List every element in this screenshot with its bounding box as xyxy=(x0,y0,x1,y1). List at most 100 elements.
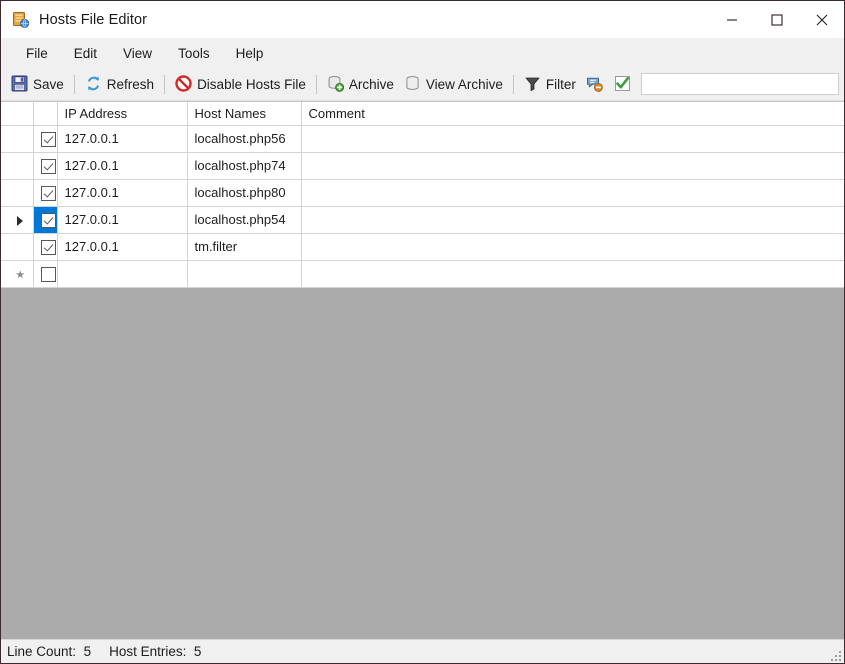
green-check-icon xyxy=(614,75,632,93)
archive-view-icon xyxy=(404,75,422,93)
menu-file[interactable]: File xyxy=(13,42,61,65)
cell-ip-address[interactable]: 127.0.0.1 xyxy=(57,125,188,153)
cell-ip-address[interactable] xyxy=(57,260,188,288)
cell-host-names[interactable]: localhost.php80 xyxy=(187,179,302,207)
enabled-checkbox[interactable] xyxy=(41,239,56,255)
row-enabled-cell-selected[interactable] xyxy=(33,206,58,234)
menu-bar: File Edit View Tools Help xyxy=(1,38,844,68)
menu-tools[interactable]: Tools xyxy=(165,42,223,65)
cell-comment[interactable] xyxy=(301,233,844,261)
table-row[interactable]: 127.0.0.1 localhost.php56 xyxy=(1,125,844,153)
line-count-status: Line Count: 5 xyxy=(7,644,91,659)
grid-select-all-corner[interactable] xyxy=(1,102,34,126)
toolbar-separator xyxy=(164,74,166,94)
title-bar: Hosts File Editor xyxy=(1,1,844,38)
filter-label: Filter xyxy=(545,76,576,92)
column-header-enabled[interactable] xyxy=(33,102,58,126)
archive-button[interactable]: Archive xyxy=(322,71,399,98)
cell-comment[interactable] xyxy=(301,179,844,207)
refresh-label: Refresh xyxy=(106,76,155,92)
window-controls xyxy=(709,1,844,38)
enabled-checkbox[interactable] xyxy=(41,131,56,147)
row-header[interactable] xyxy=(1,152,34,180)
menu-edit[interactable]: Edit xyxy=(61,42,110,65)
row-header-current[interactable] xyxy=(1,206,34,234)
row-header[interactable] xyxy=(1,233,34,261)
row-header[interactable] xyxy=(1,179,34,207)
current-row-pointer-icon xyxy=(17,215,24,226)
refresh-arrows-icon xyxy=(85,75,103,93)
filter-button[interactable]: Filter xyxy=(519,71,581,98)
grid-body: 127.0.0.1 localhost.php56 127.0.0.1 loca… xyxy=(1,125,844,288)
cell-ip-address[interactable]: 127.0.0.1 xyxy=(57,206,188,234)
maximize-button[interactable] xyxy=(754,1,799,38)
host-entries-status: Host Entries: 5 xyxy=(109,644,201,659)
comment-filter-toggle[interactable] xyxy=(581,71,609,98)
resize-grip-icon[interactable] xyxy=(827,647,841,661)
new-row-header[interactable] xyxy=(1,260,34,288)
save-label: Save xyxy=(33,76,64,92)
cell-comment[interactable] xyxy=(301,152,844,180)
line-count-value: 5 xyxy=(83,644,92,659)
refresh-button[interactable]: Refresh xyxy=(80,71,159,98)
disable-hosts-file-button[interactable]: Disable Hosts File xyxy=(170,71,311,98)
enabled-checkbox[interactable] xyxy=(41,185,56,201)
cell-host-names[interactable]: localhost.php54 xyxy=(187,206,302,234)
main-window: Hosts File Editor File Edit View Tools H… xyxy=(0,0,845,664)
cell-host-names[interactable]: localhost.php74 xyxy=(187,152,302,180)
comment-bubble-icon xyxy=(586,75,604,93)
row-enabled-cell[interactable] xyxy=(33,152,58,180)
toolbar-separator xyxy=(73,74,75,94)
close-button[interactable] xyxy=(799,1,844,38)
table-row[interactable]: 127.0.0.1 localhost.php74 xyxy=(1,152,844,180)
disable-prohibition-icon xyxy=(175,75,193,93)
row-enabled-cell[interactable] xyxy=(33,179,58,207)
cell-ip-address[interactable]: 127.0.0.1 xyxy=(57,233,188,261)
archive-label: Archive xyxy=(348,76,394,92)
filter-text-input[interactable] xyxy=(640,73,839,95)
enabled-checkbox[interactable] xyxy=(41,212,56,228)
status-bar: Line Count: 5 Host Entries: 5 xyxy=(1,639,844,663)
table-row[interactable]: 127.0.0.1 localhost.php80 xyxy=(1,179,844,207)
new-row-asterisk-icon xyxy=(15,270,25,279)
table-row-new[interactable] xyxy=(1,260,844,288)
enabled-checkbox[interactable] xyxy=(41,266,56,282)
save-floppy-icon xyxy=(11,75,29,93)
table-row[interactable]: 127.0.0.1 tm.filter xyxy=(1,233,844,261)
cell-host-names[interactable]: tm.filter xyxy=(187,233,302,261)
enabled-filter-toggle[interactable] xyxy=(609,71,637,98)
cell-host-names[interactable] xyxy=(187,260,302,288)
toolbar-separator xyxy=(512,74,514,94)
cell-comment[interactable] xyxy=(301,206,844,234)
view-archive-button[interactable]: View Archive xyxy=(399,71,508,98)
hosts-grid: IP Address Host Names Comment 127.0.0.1 … xyxy=(1,102,844,288)
save-button[interactable]: Save xyxy=(6,71,69,98)
filter-funnel-icon xyxy=(524,75,542,93)
toolbar-separator xyxy=(315,74,317,94)
host-entries-value: 5 xyxy=(193,644,202,659)
cell-host-names[interactable]: localhost.php56 xyxy=(187,125,302,153)
enabled-checkbox[interactable] xyxy=(41,158,56,174)
cell-comment[interactable] xyxy=(301,125,844,153)
menu-help[interactable]: Help xyxy=(223,42,277,65)
toolbar: Save Refresh Disable Hosts File Archive … xyxy=(1,68,844,101)
menu-view[interactable]: View xyxy=(110,42,165,65)
column-header-ip-address[interactable]: IP Address xyxy=(57,102,188,126)
view-archive-label: View Archive xyxy=(425,76,503,92)
row-enabled-cell[interactable] xyxy=(33,260,58,288)
cell-ip-address[interactable]: 127.0.0.1 xyxy=(57,179,188,207)
disable-hosts-file-label: Disable Hosts File xyxy=(197,76,306,92)
cell-ip-address[interactable]: 127.0.0.1 xyxy=(57,152,188,180)
row-header[interactable] xyxy=(1,125,34,153)
cell-comment[interactable] xyxy=(301,260,844,288)
hosts-grid-panel: IP Address Host Names Comment 127.0.0.1 … xyxy=(1,101,844,639)
column-header-host-names[interactable]: Host Names xyxy=(187,102,302,126)
minimize-button[interactable] xyxy=(709,1,754,38)
column-header-comment[interactable]: Comment xyxy=(301,102,844,126)
grid-header-row: IP Address Host Names Comment xyxy=(1,102,844,126)
table-row-current[interactable]: 127.0.0.1 localhost.php54 xyxy=(1,206,844,234)
host-entries-label: Host Entries: xyxy=(109,644,187,659)
row-enabled-cell[interactable] xyxy=(33,233,58,261)
row-enabled-cell[interactable] xyxy=(33,125,58,153)
window-title: Hosts File Editor xyxy=(39,11,148,28)
